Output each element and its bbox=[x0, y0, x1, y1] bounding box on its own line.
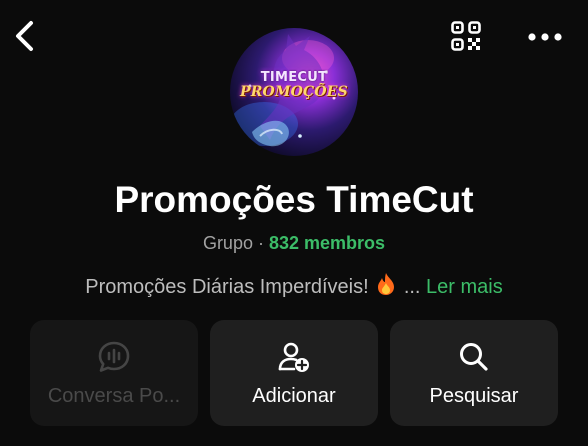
more-horizontal-icon bbox=[528, 29, 562, 47]
group-subtitle: Grupo · 832 membros bbox=[0, 232, 588, 254]
description-text: Promoções Diárias Imperdíveis! bbox=[85, 276, 369, 298]
search-icon bbox=[390, 340, 558, 374]
group-description: Promoções Diárias Imperdíveis! ... Ler m… bbox=[0, 272, 588, 303]
group-avatar[interactable]: TIMECUT PROMOÇÕES bbox=[230, 28, 358, 156]
back-button[interactable] bbox=[8, 18, 40, 58]
voice-chat-button: Conversa Po... bbox=[30, 320, 198, 426]
fire-emoji-icon bbox=[376, 272, 396, 303]
group-type-label: Grupo bbox=[202, 233, 253, 253]
avatar-logo-line2: PROMOÇÕES bbox=[240, 84, 348, 100]
voice-chat-icon bbox=[30, 340, 198, 374]
member-count-link[interactable]: 832 membros bbox=[269, 233, 385, 253]
chevron-left-icon bbox=[13, 20, 35, 57]
add-member-button[interactable]: Adicionar bbox=[210, 320, 378, 426]
search-button[interactable]: Pesquisar bbox=[390, 320, 558, 426]
group-name: Promoções TimeCut bbox=[114, 179, 474, 220]
qr-code-button[interactable] bbox=[448, 20, 484, 56]
read-more-link[interactable]: Ler mais bbox=[426, 276, 503, 298]
more-options-button[interactable] bbox=[525, 22, 565, 54]
add-person-icon bbox=[210, 340, 378, 374]
subtitle-separator: · bbox=[257, 233, 264, 253]
description-ellipsis: ... bbox=[403, 276, 421, 298]
avatar-logo-line1: TIMECUT bbox=[260, 70, 328, 85]
search-label: Pesquisar bbox=[429, 385, 519, 407]
add-member-label: Adicionar bbox=[252, 385, 336, 407]
voice-chat-label: Conversa Po... bbox=[47, 385, 181, 407]
qr-code-icon bbox=[451, 20, 481, 56]
